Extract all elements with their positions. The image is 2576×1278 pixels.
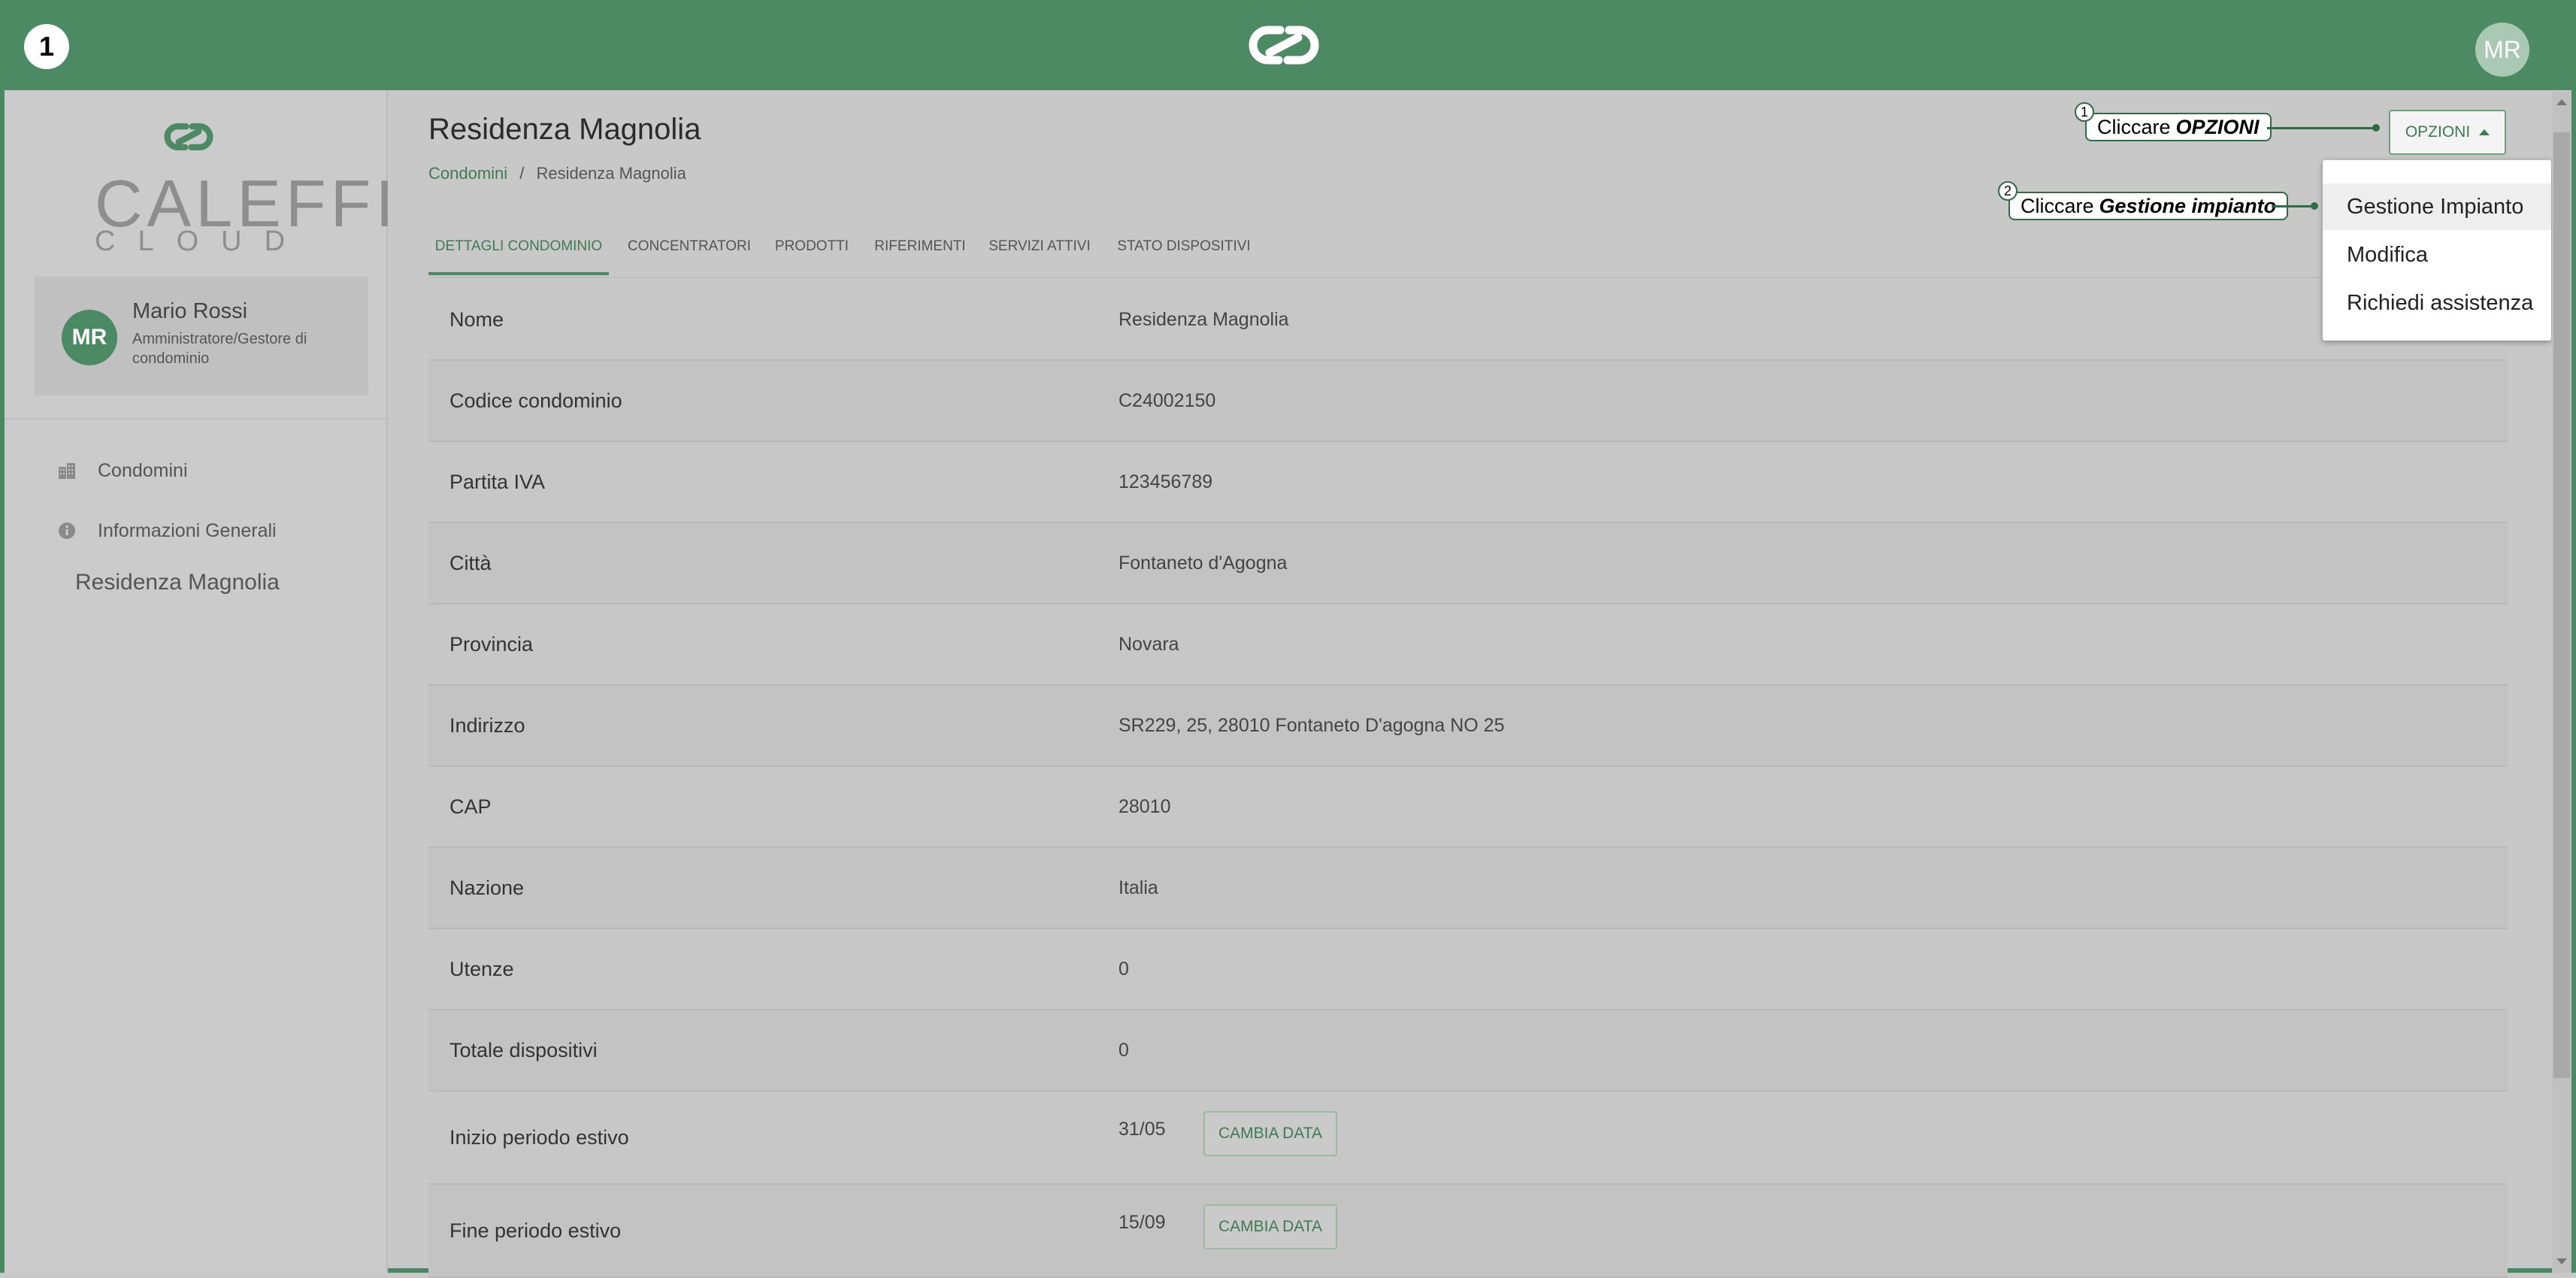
sidebar: CALEFFI CLOUD MR Mario Rossi Amministrat… — [5, 90, 394, 1273]
details-table: Nome Residenza Magnolia Codice condomini… — [428, 280, 2508, 1278]
field-value: 15/09 — [1118, 1212, 1166, 1233]
info-icon — [56, 519, 78, 542]
field-label: Totale dispositivi — [450, 1039, 598, 1061]
field-value: C24002150 — [1118, 390, 1216, 411]
field-value: SR229, 25, 28010 Fontaneto D'agogna NO 2… — [1118, 715, 1505, 736]
user-role: Amministratore/Gestore di condominio — [132, 331, 307, 367]
menu-item-modifica[interactable]: Modifica — [2323, 232, 2551, 278]
field-label: Città — [450, 552, 492, 574]
field-value: Residenza Magnolia — [1118, 309, 1289, 330]
table-row: Città Fontaneto d'Agogna — [428, 523, 2508, 604]
sidebar-item-condomini[interactable]: Condomini — [57, 456, 188, 486]
callout-leader-line — [2272, 205, 2312, 207]
callout-leader-dot — [2372, 124, 2380, 132]
callout-text: Cliccare — [2021, 194, 2094, 217]
sidebar-item-informazioni-generali[interactable]: Informazioni Generali — [57, 516, 277, 546]
page-title: Residenza Magnolia — [428, 113, 701, 146]
table-row: CAP 28010 — [428, 767, 2508, 848]
tab-stato-dispositivi[interactable]: STATO DISPOSITIVI — [1112, 226, 1255, 275]
table-row: Utenze 0 — [428, 929, 2508, 1010]
callout-step-1: Cliccare OPZIONI — [2085, 113, 2272, 141]
callout-leader-dot — [2311, 202, 2318, 210]
field-label: Fine periodo estivo — [450, 1219, 622, 1242]
scroll-up-icon[interactable] — [2556, 99, 2567, 105]
field-label: CAP — [450, 795, 492, 818]
table-row: Fine periodo estivo 15/09 CAMBIA DATA — [428, 1185, 2508, 1278]
sidebar-item-label: Informazioni Generali — [98, 519, 277, 541]
callout-emphasis: Gestione impianto — [2099, 194, 2277, 217]
field-label: Inizio periodo estivo — [450, 1126, 629, 1149]
breadcrumb-link-condomini[interactable]: Condomini — [428, 164, 507, 183]
caret-up-icon — [2479, 129, 2490, 135]
step-number: 1 — [24, 24, 69, 69]
table-row: Nazione Italia — [428, 848, 2508, 929]
callout-number-1: 1 — [2075, 102, 2094, 122]
field-value: 28010 — [1118, 796, 1171, 817]
cambia-data-fine-button[interactable]: CAMBIA DATA — [1203, 1204, 1337, 1249]
field-value: Fontaneto d'Agogna — [1118, 553, 1288, 574]
breadcrumb-current: Residenza Magnolia — [536, 164, 686, 183]
callout-step-2: Cliccare Gestione impianto — [2008, 192, 2289, 220]
callout-emphasis: OPZIONI — [2175, 115, 2260, 138]
cambia-data-inizio-button[interactable]: CAMBIA DATA — [1203, 1111, 1337, 1156]
avatar: MR — [62, 310, 117, 365]
user-card: MR Mario Rossi Amministratore/Gestore di… — [35, 277, 368, 395]
field-value: Novara — [1118, 634, 1179, 655]
callout-text: Cliccare — [2097, 115, 2171, 138]
callout-leader-line — [2267, 127, 2375, 129]
breadcrumb-separator: / — [519, 164, 525, 183]
sidebar-subitem-residenza-magnolia[interactable]: Residenza Magnolia — [75, 570, 280, 595]
step-number-badge: 1 — [11, 23, 83, 70]
sidebar-item-label: Condomini — [98, 459, 188, 481]
callout-number-2: 2 — [1998, 181, 2018, 201]
table-row: Totale dispositivi 0 — [428, 1010, 2508, 1092]
tab-servizi-attivi[interactable]: SERVIZI ATTIVI — [983, 226, 1096, 275]
menu-item-richiedi-assistenza[interactable]: Richiedi assistenza — [2323, 280, 2551, 326]
opzioni-button[interactable]: OPZIONI — [2389, 110, 2506, 155]
sidebar-divider — [5, 418, 386, 419]
menu-item-gestione-impianto[interactable]: Gestione Impianto — [2323, 183, 2551, 230]
field-label: Provincia — [450, 633, 534, 656]
field-value: 0 — [1118, 1040, 1129, 1061]
tab-prodotti[interactable]: PRODOTTI — [770, 226, 853, 275]
field-label: Nazione — [450, 877, 525, 899]
user-avatar[interactable]: MR — [2475, 23, 2529, 77]
user-name: Mario Rossi — [132, 299, 248, 323]
breadcrumb: Condomini / Residenza Magnolia — [428, 164, 686, 183]
field-label: Utenze — [450, 958, 514, 980]
tab-concentratori[interactable]: CONCENTRATORI — [625, 226, 753, 275]
brand-subtitle: CLOUD — [95, 226, 308, 257]
table-row: Nome Residenza Magnolia — [428, 280, 2508, 361]
tab-dettagli-condominio[interactable]: DETTAGLI CONDOMINIO — [428, 226, 609, 275]
table-row: Indirizzo SR229, 25, 28010 Fontaneto D'a… — [428, 686, 2508, 767]
tab-riferimenti[interactable]: RIFERIMENTI — [873, 226, 967, 275]
building-icon — [56, 459, 78, 482]
options-menu: Gestione Impianto Modifica Richiedi assi… — [2323, 160, 2551, 341]
field-label: Partita IVA — [450, 471, 546, 493]
opzioni-button-label: OPZIONI — [2405, 123, 2471, 141]
top-app-bar: 1 MR — [0, 0, 2576, 90]
scrollbar-thumb[interactable] — [2553, 132, 2570, 1078]
field-value: 123456789 — [1118, 471, 1213, 492]
table-row: Provincia Novara — [428, 604, 2508, 686]
table-row: Inizio periodo estivo 31/05 CAMBIA DATA — [428, 1092, 2508, 1185]
field-value: 0 — [1118, 958, 1129, 980]
caleffi-link-logo-icon[interactable] — [1235, 17, 1333, 74]
table-row: Partita IVA 123456789 — [428, 442, 2508, 523]
caleffi-link-logo-icon — [164, 123, 213, 151]
field-label: Nome — [450, 308, 504, 331]
field-label: Codice condominio — [450, 389, 622, 412]
tab-divider — [428, 277, 2508, 278]
field-value: Italia — [1118, 877, 1158, 898]
field-value: 31/05 — [1118, 1119, 1166, 1140]
scroll-down-icon[interactable] — [2556, 1258, 2567, 1264]
field-label: Indirizzo — [450, 714, 525, 737]
table-row: Codice condominio C24002150 — [428, 361, 2508, 442]
